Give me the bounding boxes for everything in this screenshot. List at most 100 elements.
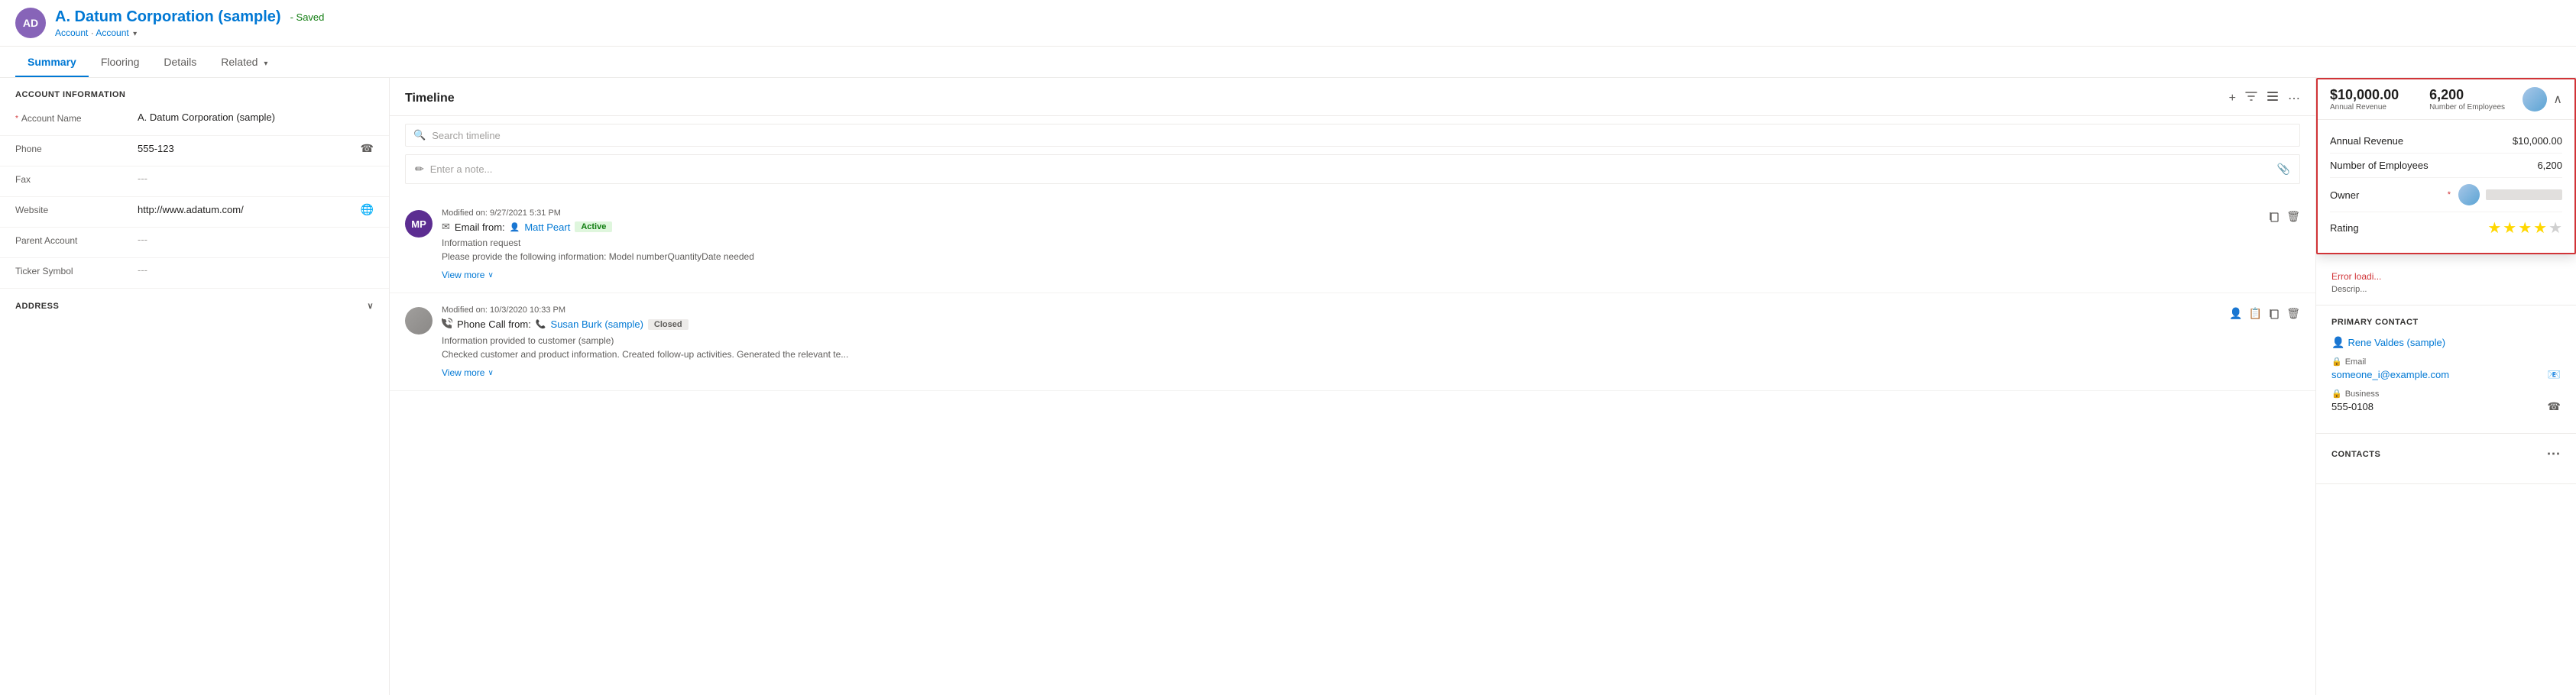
floating-row-owner: Owner *: [2330, 178, 2562, 212]
address-section: ADDRESS ∨: [0, 289, 389, 317]
timeline-doc-btn-2[interactable]: 📋: [2249, 307, 2262, 320]
error-loading-text[interactable]: Error loadi...: [2331, 271, 2381, 282]
floating-label-revenue: Annual Revenue: [2330, 135, 2403, 147]
timeline-copy-btn-1[interactable]: [2268, 210, 2280, 225]
contacts-more-btn[interactable]: ⋯: [2547, 446, 2561, 462]
timeline-author-1[interactable]: Matt Peart: [524, 221, 570, 233]
timeline-subject-text-2: Phone Call from:: [457, 318, 531, 330]
value-ticker[interactable]: ---: [138, 264, 374, 276]
value-fax[interactable]: ---: [138, 173, 374, 184]
timeline-body-line1-2: Information provided to customer (sample…: [442, 334, 2220, 348]
subtitle-module[interactable]: Account: [96, 27, 128, 38]
stat-employees-label: Number of Employees: [2429, 103, 2505, 112]
paperclip-icon[interactable]: 📎: [2277, 163, 2290, 176]
floating-label-rating: Rating: [2330, 222, 2359, 234]
floating-label-employees: Number of Employees: [2330, 160, 2429, 171]
floating-row-rating: Rating ★ ★ ★ ★ ★: [2330, 212, 2562, 244]
label-website: Website: [15, 203, 138, 215]
right-panel: $10,000.00 Annual Revenue 6,200 Number o…: [2316, 78, 2576, 695]
email-label-text: Email: [2345, 357, 2367, 367]
stat-revenue-value: $10,000.00: [2330, 87, 2399, 103]
timeline-subject-1: ✉ Email from: 👤 Matt Peart Active: [442, 221, 2259, 233]
ticker-text: ---: [138, 264, 147, 276]
timeline-title: Timeline: [405, 92, 455, 105]
right-panel-content: Error loadi... Descrip... Primary Contac…: [2316, 261, 2576, 484]
description-section: Descrip...: [2316, 282, 2576, 305]
tab-summary[interactable]: Summary: [15, 47, 89, 77]
website-text: http://www.adatum.com/: [138, 204, 244, 215]
note-input-area[interactable]: ✏ Enter a note... 📎: [405, 154, 2300, 184]
timeline-add-btn[interactable]: +: [2229, 92, 2236, 105]
timeline-item-content-2: Modified on: 10/3/2020 10:33 PM Phone Ca…: [442, 305, 2220, 378]
value-phone[interactable]: 555-123 ☎: [138, 142, 374, 155]
timeline-avatar-sb: [405, 307, 433, 335]
record-title[interactable]: A. Datum Corporation (sample): [55, 8, 281, 26]
owner-name-blurred: [2486, 189, 2562, 200]
view-more-1[interactable]: View more ∨: [442, 270, 2259, 280]
email-value[interactable]: someone_i@example.com 📧: [2331, 368, 2561, 381]
timeline-body-1: Information request Please provide the f…: [442, 236, 2259, 263]
tab-flooring[interactable]: Flooring: [89, 47, 152, 77]
field-phone: Phone 555-123 ☎: [0, 136, 389, 166]
timeline-item-2: Modified on: 10/3/2020 10:33 PM Phone Ca…: [390, 293, 2315, 391]
record-subtitle: Account · Account ▾: [55, 27, 2561, 38]
timeline-delete-btn-2[interactable]: 🗑: [2286, 307, 2300, 320]
timeline-more-btn[interactable]: ⋯: [2288, 91, 2300, 106]
timeline-item-content-1: Modified on: 9/27/2021 5:31 PM ✉ Email f…: [442, 208, 2259, 280]
floating-close-btn[interactable]: ∧: [2553, 92, 2562, 107]
value-account-name[interactable]: A. Datum Corporation (sample): [138, 112, 374, 123]
author-icon-1: 👤: [510, 222, 520, 232]
timeline-filter-btn[interactable]: [2245, 90, 2257, 106]
value-website[interactable]: http://www.adatum.com/ 🌐: [138, 203, 374, 216]
view-more-2[interactable]: View more ∨: [442, 367, 2220, 378]
owner-avatar: [2458, 184, 2480, 205]
search-icon: 🔍: [413, 129, 426, 141]
business-phone-section: 🔒 Business 555-0108 ☎: [2331, 389, 2561, 413]
left-panel: ACCOUNT INFORMATION * Account Name A. Da…: [0, 78, 390, 695]
field-ticker: Ticker Symbol ---: [0, 258, 389, 289]
timeline-header: Timeline + ⋯: [390, 78, 2315, 116]
timeline-search[interactable]: 🔍 Search timeline: [405, 124, 2300, 147]
timeline-copy-btn-2[interactable]: [2268, 307, 2280, 322]
tab-related[interactable]: Related ▾: [209, 47, 280, 77]
main-content: ACCOUNT INFORMATION * Account Name A. Da…: [0, 78, 2576, 695]
view-more-text-2: View more: [442, 367, 484, 378]
globe-icon[interactable]: 🌐: [361, 203, 374, 216]
timeline-list-btn[interactable]: [2267, 90, 2279, 106]
business-phone-value[interactable]: 555-0108 ☎: [2331, 400, 2561, 413]
email-label: 🔒 Email: [2331, 357, 2561, 367]
stat-revenue-label: Annual Revenue: [2330, 103, 2399, 112]
timeline-search-placeholder: Search timeline: [432, 130, 501, 141]
timeline-avatar-mp: MP: [405, 210, 433, 238]
author-icon-2: 📞: [536, 319, 546, 329]
value-parent-account[interactable]: ---: [138, 234, 374, 245]
lock-icon-business: 🔒: [2331, 389, 2342, 399]
email-icon: ✉: [442, 221, 450, 233]
timeline-subject-text-1: Email from:: [455, 221, 505, 233]
label-fax: Fax: [15, 173, 138, 185]
timeline-body-2: Information provided to customer (sample…: [442, 334, 2220, 361]
primary-contact-value[interactable]: 👤 Rene Valdes (sample): [2331, 336, 2561, 349]
primary-contact-name: Rene Valdes (sample): [2348, 337, 2445, 348]
tab-details[interactable]: Details: [151, 47, 209, 77]
saved-badge: - Saved: [290, 11, 325, 23]
call-icon[interactable]: ☎: [2548, 400, 2561, 413]
phone-icon[interactable]: ☎: [361, 142, 374, 155]
lock-icon-email: 🔒: [2331, 357, 2342, 367]
send-email-icon[interactable]: 📧: [2548, 368, 2561, 381]
chevron-down-icon-1: ∨: [488, 271, 493, 280]
timeline-delete-btn-1[interactable]: 🗑: [2286, 210, 2300, 223]
account-name-text: A. Datum Corporation (sample): [138, 112, 275, 123]
timeline-assign-btn-2[interactable]: 👤: [2229, 307, 2242, 320]
label-phone: Phone: [15, 142, 138, 154]
rating-stars: ★ ★ ★ ★ ★: [2487, 218, 2562, 238]
contacts-header: CONTACTS ⋯: [2331, 446, 2561, 462]
phone-text: 555-123: [138, 143, 174, 154]
timeline-meta-1: Modified on: 9/27/2021 5:31 PM: [442, 208, 2259, 218]
record-header: AD A. Datum Corporation (sample) - Saved…: [0, 0, 2576, 47]
subtitle-type[interactable]: Account: [55, 27, 88, 38]
timeline-author-2[interactable]: Susan Burk (sample): [551, 318, 643, 330]
contacts-label: CONTACTS: [2331, 450, 2380, 459]
field-parent-account: Parent Account ---: [0, 228, 389, 258]
address-collapse-icon[interactable]: ∨: [367, 301, 374, 311]
